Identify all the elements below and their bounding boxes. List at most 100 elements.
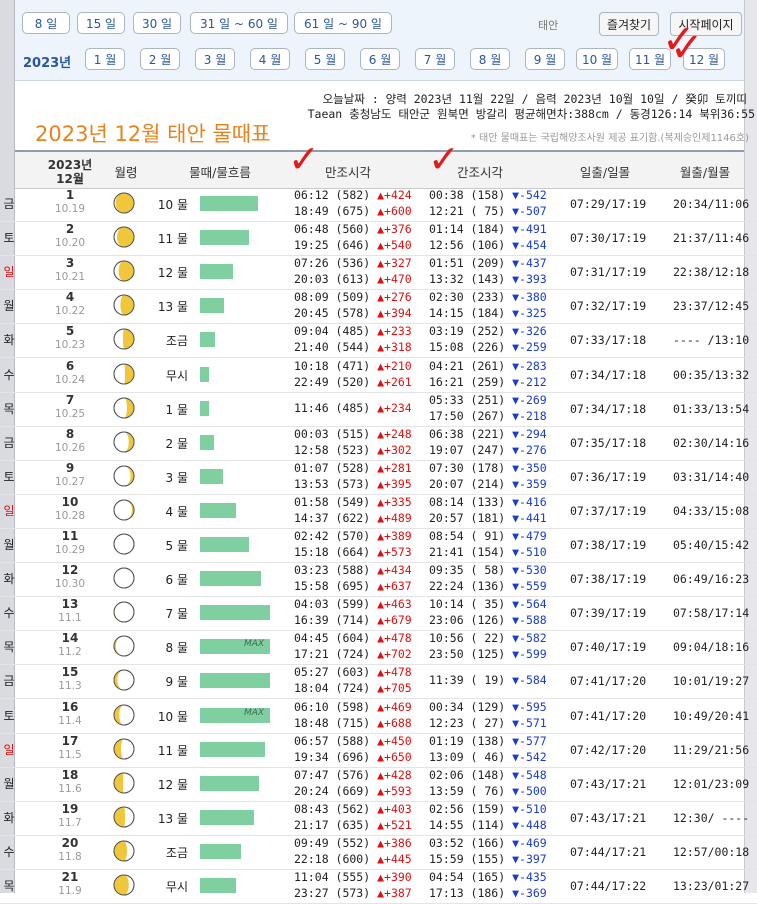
low-tide-1: 08:54 ( 91) ▼-479	[429, 529, 547, 543]
high-tide-2-diff: ▲+318	[377, 340, 412, 355]
header-moonrise-moonset: 월출/월몰	[679, 165, 731, 180]
low-tide-2: 20:57 (181) ▼-441	[429, 511, 547, 525]
high-tide-1-time: 06:12 (582)	[294, 188, 371, 202]
tide-name: 조금	[165, 845, 188, 860]
low-tide-1: 05:33 (251) ▼-269	[429, 393, 547, 407]
solar-day: 7	[65, 392, 75, 407]
low-tide-2-diff: ▼-542	[512, 749, 547, 764]
high-tide-1-diff: ▲+389	[377, 529, 412, 543]
tide-flow-bar	[200, 673, 270, 689]
month-button-2[interactable]: 2 월	[140, 48, 180, 70]
high-tide-1-time: 10:18 (471)	[294, 358, 371, 373]
high-tide-2: 18:04 (724) ▲+705	[294, 681, 412, 695]
data-source-notice: * 태안 물때표는 국립해양조사원 제공 표기함.(복제승인제1146호)	[470, 133, 749, 144]
high-tide-1-diff: ▲+276	[377, 290, 412, 305]
tide-name: 13 물	[157, 811, 188, 826]
table-row: 토 2 10.20 11 물 06:48 (560) ▲+376 19:25 (…	[0, 221, 757, 257]
month-button-8[interactable]: 8 월	[470, 48, 510, 70]
range-button-8[interactable]: 8 일	[22, 12, 70, 34]
sunrise-sunset: 07:38/17:19	[570, 572, 647, 587]
month-button-4[interactable]: 4 월	[250, 48, 290, 70]
tide-flow-bar	[200, 775, 259, 791]
max-label: MAX	[244, 639, 265, 650]
lunar-date: 10.23	[54, 339, 86, 352]
low-tide-1-time: 01:14 (184)	[429, 222, 506, 237]
high-tide-1-time: 04:03 (599)	[294, 597, 371, 612]
low-tide-1: 11:39 ( 19) ▼-584	[429, 673, 547, 687]
solar-day: 10	[61, 494, 79, 509]
month-button-7[interactable]: 7 월	[415, 48, 455, 70]
low-tide-2: 13:59 ( 76) ▼-500	[429, 784, 547, 798]
low-tide-2-diff: ▼-393	[512, 272, 547, 287]
month-button-10[interactable]: 10 월	[576, 48, 618, 70]
low-tide-1: 02:06 (148) ▼-548	[429, 768, 547, 782]
month-button-5[interactable]: 5 월	[305, 48, 345, 70]
favorites-button[interactable]: 즐겨찾기	[599, 12, 659, 36]
sunrise-sunset: 07:39/17:19	[570, 606, 647, 621]
lunar-date: 11.4	[58, 714, 82, 727]
range-button-30[interactable]: 30 일	[133, 12, 181, 34]
low-tide-1-time: 10:56 ( 22)	[429, 631, 506, 646]
range-button-61-90[interactable]: 61 일 ~ 90 일	[294, 12, 392, 34]
high-tide-1-time: 03:23 (588)	[294, 563, 371, 578]
low-tide-1-time: 08:14 (133)	[429, 494, 506, 509]
low-tide-1-diff: ▼-283	[512, 358, 547, 373]
solar-day: 6	[65, 358, 75, 373]
low-tide-1-diff: ▼-479	[512, 529, 547, 543]
table-row: 토 16 11.4 10 물 MAX 06:10 (598) ▲+469 18:…	[0, 699, 757, 734]
weekday: 토	[3, 708, 15, 723]
checkmark-low-tide-icon: ✓	[428, 137, 460, 181]
low-tide-2-time: 17:50 (267)	[429, 408, 506, 423]
low-tide-2-diff: ▼-218	[512, 408, 547, 423]
high-tide-1-diff: ▲+463	[377, 597, 412, 612]
low-tide-2: 17:50 (267) ▼-218	[429, 409, 547, 423]
low-tide-1: 02:56 (159) ▼-510	[429, 802, 547, 816]
low-tide-1-time: 07:30 (178)	[429, 460, 506, 475]
table-row: 금 15 11.3 9 물 05:27 (603) ▲+478 18:04 (7…	[0, 664, 757, 700]
moon-phase-icon	[113, 840, 135, 862]
month-button-9[interactable]: 9 월	[525, 48, 565, 70]
tide-name: 7 물	[165, 607, 189, 622]
low-tide-2: 15:08 (226) ▼-259	[429, 340, 547, 354]
low-tide-1-diff: ▼-595	[512, 699, 547, 714]
high-tide-1-time: 06:48 (560)	[294, 222, 371, 237]
solar-day: 8	[65, 426, 75, 441]
high-tide-1-time: 00:03 (515)	[294, 426, 371, 441]
high-tide-1-diff: ▲+424	[377, 188, 412, 202]
range-button-15[interactable]: 15 일	[77, 12, 125, 34]
high-tide-2-diff: ▲+600	[377, 204, 412, 218]
moon-phase-icon	[113, 601, 135, 623]
tide-flow-bar	[200, 264, 233, 280]
high-tide-2: 21:40 (544) ▲+318	[294, 340, 412, 354]
high-tide-2-time: 20:45 (578)	[294, 306, 371, 321]
page-title: 2023년 12월 태안 물때표	[35, 122, 271, 146]
high-tide-1-time: 11:04 (555)	[294, 870, 371, 884]
high-tide-2-time: 17:21 (724)	[294, 647, 371, 662]
tide-flow-bar	[200, 843, 241, 859]
high-tide-2-diff: ▲+688	[377, 715, 412, 730]
low-tide-1-time: 02:56 (159)	[429, 801, 506, 816]
high-tide-1-diff: ▲+469	[377, 699, 412, 714]
checkmark-december-icon: ✓	[670, 25, 704, 71]
tide-flow-bar	[200, 468, 223, 484]
high-tide-1-diff: ▲+281	[377, 460, 412, 475]
lunar-date: 10.29	[54, 544, 86, 556]
low-tide-1-diff: ▼-510	[512, 801, 547, 816]
moonrise-moonset: 21:37/11:46	[673, 231, 750, 246]
month-button-6[interactable]: 6 월	[360, 48, 400, 70]
month-button-1[interactable]: 1 월	[85, 48, 125, 70]
tide-name: 4 물	[165, 504, 189, 519]
moon-phase-icon	[113, 567, 135, 589]
range-button-31-60[interactable]: 31 일 ~ 60 일	[190, 12, 288, 34]
moon-phase-icon	[113, 704, 135, 726]
high-tide-1: 07:47 (576) ▲+428	[294, 768, 412, 782]
low-tide-1: 01:51 (209) ▼-437	[429, 256, 547, 270]
low-tide-2-time: 19:07 (247)	[429, 442, 506, 457]
high-tide-1-time: 08:43 (562)	[294, 801, 371, 816]
high-tide-2: 21:17 (635) ▲+521	[294, 818, 412, 832]
month-button-3[interactable]: 3 월	[195, 48, 235, 70]
low-tide-2-time: 13:32 (143)	[429, 272, 506, 287]
tide-flow-bar	[200, 741, 265, 757]
low-tide-2: 23:06 (126) ▼-588	[429, 613, 547, 627]
high-tide-1: 05:27 (603) ▲+478	[294, 665, 412, 679]
